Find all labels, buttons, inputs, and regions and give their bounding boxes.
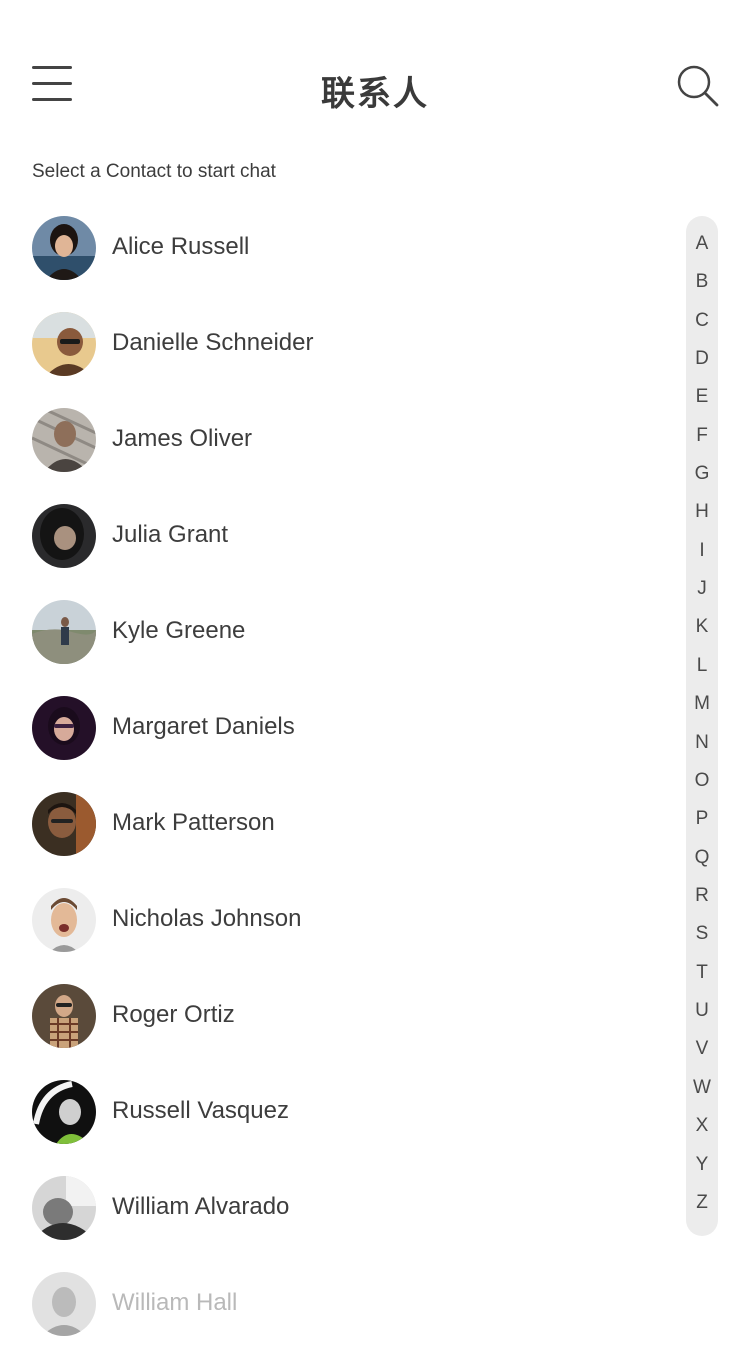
index-letter-j[interactable]: J <box>686 578 718 600</box>
contact-name: Danielle Schneider <box>112 329 314 356</box>
contact-name: Russell Vasquez <box>112 1097 289 1124</box>
contact-name: Roger Ortiz <box>112 1001 235 1028</box>
contact-list-item[interactable]: Julia Grant <box>0 488 660 584</box>
index-letter-c[interactable]: C <box>686 310 718 332</box>
avatar <box>32 1272 96 1336</box>
contact-name: James Oliver <box>112 425 253 452</box>
avatar <box>32 792 96 856</box>
contact-name: Mark Patterson <box>112 809 275 836</box>
contact-list-item[interactable]: William Hall <box>0 1256 660 1352</box>
contact-list-item[interactable]: James Oliver <box>0 392 660 488</box>
search-icon <box>677 65 719 107</box>
contacts-hint: Select a Contact to start chat <box>32 161 276 182</box>
index-letter-f[interactable]: F <box>686 425 718 447</box>
index-letter-m[interactable]: M <box>686 693 718 715</box>
index-letter-x[interactable]: X <box>686 1115 718 1137</box>
contact-name: Julia Grant <box>112 521 229 548</box>
index-letter-g[interactable]: G <box>686 463 718 485</box>
contact-list-item[interactable]: Kyle Greene <box>0 584 660 680</box>
index-letter-z[interactable]: Z <box>686 1192 718 1214</box>
index-letter-p[interactable]: P <box>686 808 718 830</box>
index-letter-o[interactable]: O <box>686 770 718 792</box>
contact-list-item[interactable]: Margaret Daniels <box>0 680 660 776</box>
index-letter-n[interactable]: N <box>686 732 718 754</box>
index-letter-l[interactable]: L <box>686 655 718 677</box>
index-letter-q[interactable]: Q <box>686 847 718 869</box>
index-letter-t[interactable]: T <box>686 962 718 984</box>
index-letter-h[interactable]: H <box>686 501 718 523</box>
contact-name: Margaret Daniels <box>112 713 295 740</box>
index-letter-w[interactable]: W <box>686 1077 718 1099</box>
contact-name: Alice Russell <box>112 233 250 260</box>
avatar <box>32 504 96 568</box>
index-letter-u[interactable]: U <box>686 1000 718 1022</box>
index-letter-r[interactable]: R <box>686 885 718 907</box>
index-letter-a[interactable]: A <box>686 233 718 255</box>
contact-list-item[interactable]: Alice Russell <box>0 200 660 296</box>
contact-name: Nicholas Johnson <box>112 905 302 932</box>
avatar <box>32 312 96 376</box>
index-letter-k[interactable]: K <box>686 616 718 638</box>
contact-list: Alice Russell Danielle Schneider James O… <box>0 200 660 1352</box>
contact-list-item[interactable]: Russell Vasquez <box>0 1064 660 1160</box>
index-letter-e[interactable]: E <box>686 386 718 408</box>
avatar <box>32 408 96 472</box>
avatar <box>32 696 96 760</box>
contact-list-item[interactable]: Danielle Schneider <box>0 296 660 392</box>
avatar <box>32 216 96 280</box>
contact-list-item[interactable]: Roger Ortiz <box>0 968 660 1064</box>
index-letter-b[interactable]: B <box>686 271 718 293</box>
contact-list-item[interactable]: Mark Patterson <box>0 776 660 872</box>
avatar <box>32 600 96 664</box>
index-letter-d[interactable]: D <box>686 348 718 370</box>
avatar <box>32 1176 96 1240</box>
index-letter-y[interactable]: Y <box>686 1154 718 1176</box>
contact-name: William Hall <box>112 1289 238 1316</box>
avatar <box>32 1080 96 1144</box>
index-letter-s[interactable]: S <box>686 923 718 945</box>
alphabet-index-bar[interactable]: A B C D E F G H I J K L M N O P Q R S T … <box>686 216 718 1236</box>
search-button[interactable] <box>676 64 720 108</box>
avatar <box>32 888 96 952</box>
index-letter-i[interactable]: I <box>686 540 718 562</box>
contact-list-item[interactable]: Nicholas Johnson <box>0 872 660 968</box>
contact-name: Kyle Greene <box>112 617 246 644</box>
contact-list-item[interactable]: William Alvarado <box>0 1160 660 1256</box>
contact-name: William Alvarado <box>112 1193 290 1220</box>
page-title: 联系人 <box>321 75 429 113</box>
avatar <box>32 984 96 1048</box>
app-header: 联系人 <box>0 0 750 150</box>
index-letter-v[interactable]: V <box>686 1038 718 1060</box>
